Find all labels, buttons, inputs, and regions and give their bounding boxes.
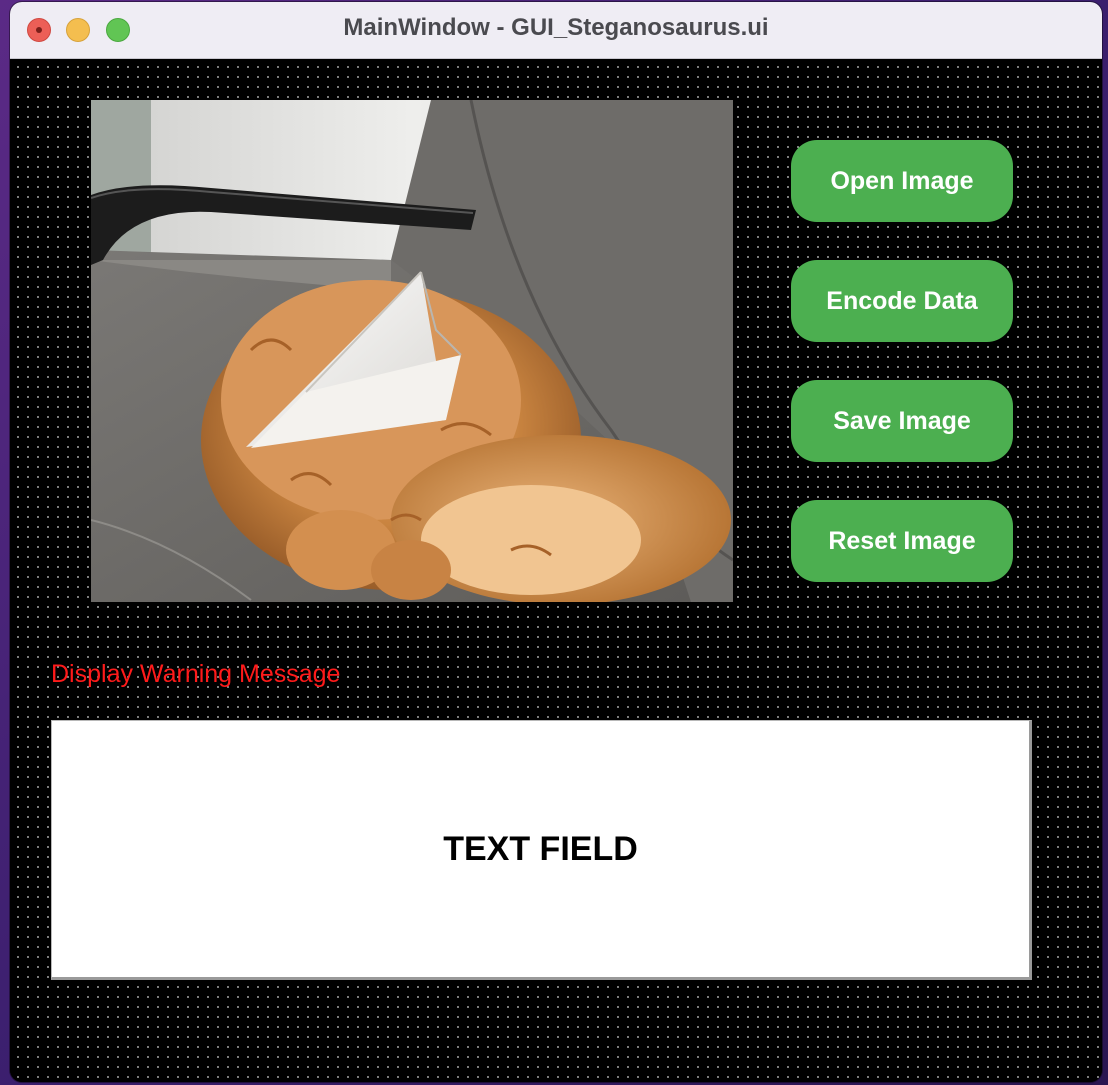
image-display [91,100,733,602]
open-image-button[interactable]: Open Image [791,140,1013,222]
window-content: Open Image Encode Data Save Image Reset … [10,59,1102,1082]
encode-data-button[interactable]: Encode Data [791,260,1013,342]
cat-photo-image [91,100,733,602]
warning-message: Display Warning Message [51,660,341,688]
text-field-label: TEXT FIELD [443,829,638,868]
window-title: MainWindow - GUI_Steganosaurus.ui [343,14,769,41]
save-image-button[interactable]: Save Image [791,380,1013,462]
title-bar: MainWindow - GUI_Steganosaurus.ui [10,2,1102,59]
text-field[interactable]: TEXT FIELD [51,720,1032,980]
reset-image-button[interactable]: Reset Image [791,500,1013,582]
main-window: MainWindow - GUI_Steganosaurus.ui Open I… [10,2,1102,1082]
